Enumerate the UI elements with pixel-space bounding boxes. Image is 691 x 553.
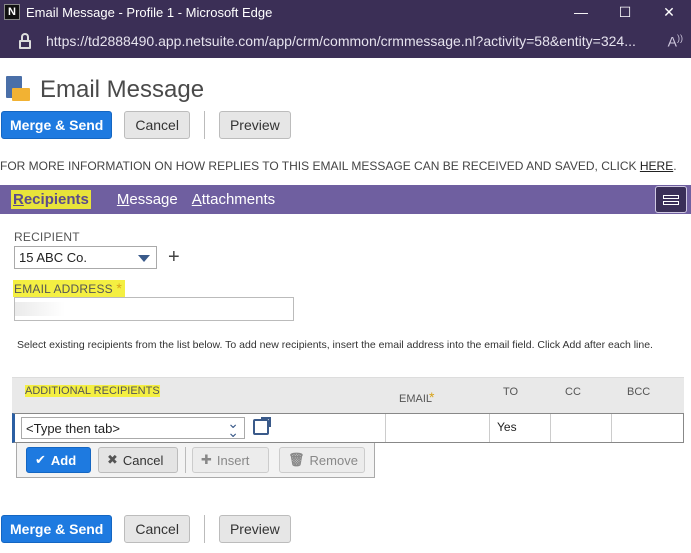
recipient-value: 15 ABC Co.	[19, 250, 87, 265]
header-additional-recipients: ADDITIONAL RECIPIENTS	[25, 385, 160, 397]
recipient-select[interactable]: 15 ABC Co.	[14, 246, 157, 269]
recipients-grid-header: ADDITIONAL RECIPIENTS EMAIL * TO CC BCC	[12, 377, 684, 413]
add-row-button[interactable]: ✔ Add	[26, 447, 91, 473]
replies-info-text: FOR MORE INFORMATION ON HOW REPLIES TO T…	[0, 159, 677, 173]
page-title: Email Message	[40, 76, 205, 103]
merge-send-button[interactable]: Merge & Send	[1, 111, 113, 139]
button-divider-bottom	[203, 515, 205, 543]
window-controls: — ☐ ✕	[559, 0, 691, 24]
recipients-help-text: Select existing recipients from the list…	[17, 339, 653, 351]
recipient-placeholder: <Type then tab>	[26, 420, 120, 436]
table-row: <Type then tab> ⌄ ⌄ Yes	[12, 413, 684, 443]
info-here-link[interactable]: HERE	[640, 159, 673, 173]
email-address-label: EMAIL ADDRESS *	[13, 280, 126, 297]
top-button-row: Merge & Send Cancel Preview	[1, 111, 291, 139]
row-action-bar: ✔ Add ✖ Cancel ✚ Insert 🗑 Remove	[16, 443, 375, 478]
open-record-icon[interactable]	[253, 417, 271, 435]
insert-row-button[interactable]: ✚ Insert	[192, 447, 269, 473]
subtab-bar: Recipients Message Attachments	[0, 185, 691, 214]
header-bcc: BCC	[627, 386, 651, 398]
netsuite-logo-icon: N	[4, 4, 20, 20]
to-cell[interactable]: Yes	[497, 420, 517, 434]
email-address-input[interactable]	[14, 297, 294, 321]
preview-button-bottom[interactable]: Preview	[218, 515, 291, 543]
add-recipient-plus-icon[interactable]: +	[168, 247, 180, 267]
cancel-row-button[interactable]: ✖ Cancel	[98, 447, 178, 473]
window-title: Email Message - Profile 1 - Microsoft Ed…	[26, 4, 273, 20]
info-end: .	[673, 159, 677, 173]
required-icon: *	[116, 280, 123, 296]
plus-icon: ✚	[201, 452, 212, 467]
x-icon: ✖	[107, 452, 118, 467]
header-cc: CC	[565, 386, 581, 398]
email-message-icon	[6, 76, 30, 104]
merge-send-button-bottom[interactable]: Merge & Send	[1, 515, 113, 543]
chevron-down-icon[interactable]	[138, 255, 150, 262]
url-field[interactable]: https://td2888490.app.netsuite.com/app/c…	[46, 33, 656, 49]
maximize-icon[interactable]: ☐	[603, 0, 647, 24]
tab-attachments[interactable]: Attachments	[192, 191, 275, 208]
cancel-button[interactable]: Cancel	[124, 111, 190, 139]
button-divider	[203, 111, 205, 139]
double-chevron-down-icon[interactable]: ⌄ ⌄	[227, 416, 239, 439]
close-icon[interactable]: ✕	[647, 0, 691, 24]
preview-button[interactable]: Preview	[218, 111, 291, 139]
minimize-icon[interactable]: —	[559, 0, 603, 24]
address-bar: https://td2888490.app.netsuite.com/app/c…	[0, 24, 691, 58]
read-aloud-icon[interactable]: A))	[668, 33, 683, 50]
bottom-button-row: Merge & Send Cancel Preview	[1, 515, 291, 543]
cancel-button-bottom[interactable]: Cancel	[124, 515, 190, 543]
tab-layout-menu-icon[interactable]	[655, 186, 687, 213]
remove-row-button[interactable]: 🗑 Remove	[279, 447, 365, 473]
recipient-label: RECIPIENT	[14, 230, 80, 244]
browser-title-bar: N Email Message - Profile 1 - Microsoft …	[0, 0, 691, 24]
check-icon: ✔	[35, 452, 46, 467]
tab-message[interactable]: Message	[117, 191, 178, 208]
additional-recipient-select[interactable]: <Type then tab> ⌄ ⌄	[21, 416, 245, 439]
header-to: TO	[503, 386, 519, 398]
tab-recipients[interactable]: Recipients	[11, 190, 91, 209]
trash-icon: 🗑	[288, 452, 305, 467]
info-text: FOR MORE INFORMATION ON HOW REPLIES TO T…	[0, 159, 640, 173]
lock-icon[interactable]	[18, 33, 32, 49]
page-header: Email Message	[6, 76, 204, 104]
